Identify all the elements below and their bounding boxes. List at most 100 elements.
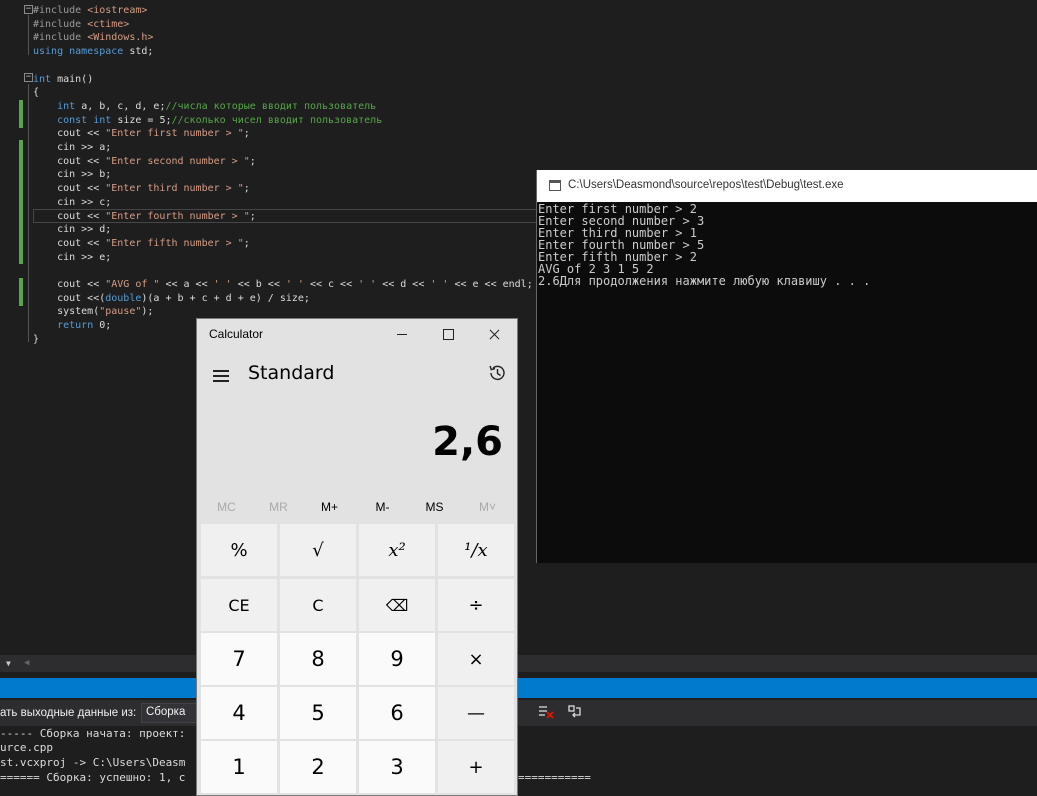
multiply-button[interactable]: × [438,633,514,685]
change-indicator [19,140,23,264]
backspace-button[interactable]: ⌫ [359,579,435,631]
memory-store-button[interactable]: MS [408,500,461,514]
code-line: cout << "Enter third number > "; [33,182,250,196]
digit-6-button[interactable]: 6 [359,687,435,739]
code-line: cin >> a; [33,141,111,155]
calculator-window[interactable]: Calculator Standard 2,6 MC MR M+ M- MS M… [196,318,518,796]
add-button[interactable]: + [438,741,514,793]
code-token: #include [33,18,88,30]
code-line: cin >> c; [33,196,111,210]
square-root-button[interactable]: √ [280,524,356,576]
code-token: cout << [33,210,106,222]
code-token: "Enter fifth number > " [105,237,244,249]
code-token: cout << [33,155,106,167]
fold-guide [28,15,29,55]
code-token: 0; [99,320,112,332]
output-line: ====== Сборка: успешно: 1, с [0,771,186,784]
code-token: const int [57,114,118,126]
menu-icon[interactable] [213,370,230,382]
history-icon[interactable] [487,363,507,383]
fold-guide [28,84,29,342]
output-source-select[interactable]: Сборка [141,703,201,723]
memory-clear-button[interactable]: MC [200,500,253,514]
code-line: cin >> b; [33,168,111,182]
fold-toggle-includes[interactable]: − [24,5,33,14]
code-token: std; [129,46,154,58]
memory-add-button[interactable]: M+ [303,500,356,514]
code-token: ; [243,128,250,140]
code-token: cin >> a; [33,142,112,153]
code-token: "Enter third number > " [105,183,244,195]
digit-8-button[interactable]: 8 [280,633,356,685]
digit-3-button[interactable]: 3 [359,741,435,793]
panel-title-bar [0,678,1037,698]
zoom-dropdown-icon[interactable]: ▼ [6,659,11,668]
code-line: #include <iostream> [33,4,147,18]
code-line: cout << "Enter fourth number > "; [33,210,256,224]
code-token: main() [57,73,94,85]
memory-recall-button[interactable]: MR [252,500,305,514]
code-token: cin >> c; [33,196,112,208]
divide-button[interactable]: ÷ [438,579,514,631]
output-pane[interactable]: ----- Сборка начата: проект: urce.cpp st… [0,726,1037,796]
code-line: { [33,86,39,100]
code-token: cout << [33,183,106,195]
code-line: int main() [33,73,93,87]
code-token: //сколько чисел вводит пользователь [171,114,383,126]
code-token: int [57,100,82,112]
code-token: <Windows.h> [87,32,154,44]
code-token: ); [141,306,154,318]
fold-toggle-main[interactable]: − [24,73,33,82]
change-indicator [19,278,23,306]
code-token: <ctime> [87,18,130,30]
memory-subtract-button[interactable]: M- [356,500,409,514]
code-line: system("pause"); [33,305,153,319]
code-token: cin >> d; [33,224,112,236]
digit-7-button[interactable]: 7 [201,633,277,685]
clear-button[interactable]: C [280,579,356,631]
word-wrap-icon[interactable] [567,704,583,720]
code-token: cin >> b; [33,169,112,181]
code-token: << d << [376,279,431,290]
code-token: ' ' [430,279,449,290]
code-token: { [33,87,40,99]
code-token: double [105,292,142,304]
code-token: a, b, c, d, e; [81,100,166,112]
minimize-button[interactable] [379,319,425,350]
console-app-icon [549,180,561,191]
memory-list-button[interactable]: M˅ [461,500,514,514]
digit-9-button[interactable]: 9 [359,633,435,685]
code-token: <iostream> [87,5,148,16]
code-token: "Enter fourth number > " [105,210,250,222]
console-titlebar[interactable]: C:\Users\Deasmond\source\repos\test\Debu… [537,170,1037,202]
code-token: "AVG of " [105,279,160,290]
output-line: ----- Сборка начата: проект: [0,727,193,740]
digit-1-button[interactable]: 1 [201,741,277,793]
digit-2-button[interactable]: 2 [280,741,356,793]
editor-horizontal-scrollbar[interactable]: ▼ ◀ [0,655,1037,672]
maximize-button[interactable] [425,319,471,350]
code-token: cin >> e; [33,251,112,263]
clear-entry-button[interactable]: CE [201,579,277,631]
code-token: )(a + b + c + d + e) / size; [141,292,310,304]
reciprocal-button[interactable]: ¹/x [438,524,514,576]
output-line: st.vcxproj -> C:\Users\Deasm [0,756,186,769]
code-line: #include <Windows.h> [33,31,153,45]
subtract-button[interactable]: — [438,687,514,739]
digit-5-button[interactable]: 5 [280,687,356,739]
percent-button[interactable]: % [201,524,277,576]
square-button[interactable]: x² [359,524,435,576]
code-token: ; [249,155,256,167]
digit-4-button[interactable]: 4 [201,687,277,739]
code-token: ' ' [285,279,304,290]
console-window[interactable]: C:\Users\Deasmond\source\repos\test\Debu… [536,170,1037,563]
console-line: 2.6Для продолжения нажмите любую клавишу… [538,274,871,288]
code-token: //числа которые вводит пользователь [165,100,377,112]
code-token: int [33,73,58,85]
close-button[interactable] [471,319,517,350]
clear-all-icon[interactable] [538,704,554,720]
scroll-left-icon[interactable]: ◀ [24,658,29,668]
